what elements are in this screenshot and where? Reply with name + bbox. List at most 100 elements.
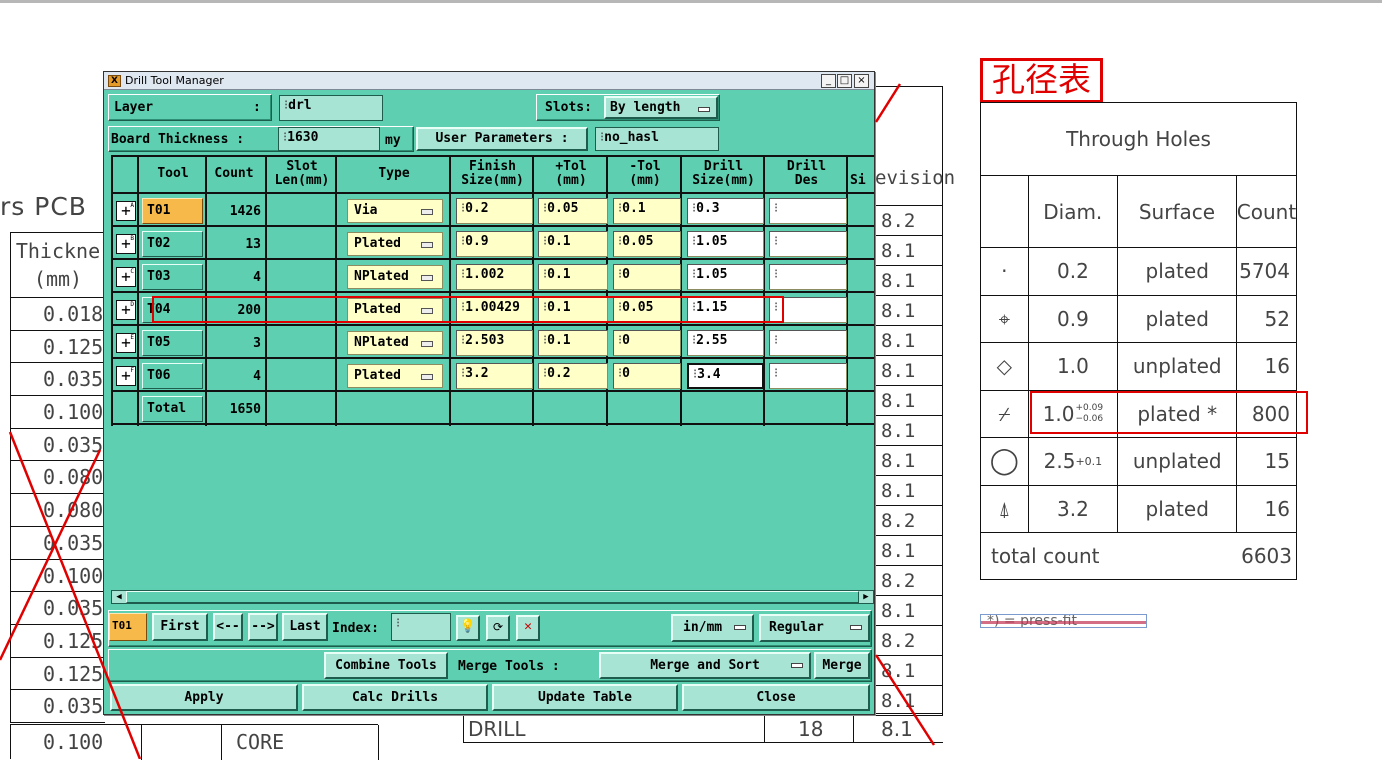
highlight-box-t04 bbox=[152, 296, 784, 323]
tool-button-t01[interactable]: T01 bbox=[142, 198, 203, 224]
refresh-icon[interactable]: ⟳ bbox=[486, 615, 510, 641]
user-parameters-button[interactable]: User Parameters : bbox=[416, 127, 588, 151]
header-diam: Diam. bbox=[1029, 176, 1118, 247]
type-dropdown[interactable]: Via bbox=[347, 199, 443, 223]
lightbulb-icon[interactable]: 💡 bbox=[456, 615, 480, 641]
finish-size-input[interactable]: ⁝1.002 bbox=[456, 264, 533, 290]
merge-mode-dropdown[interactable]: Merge and Sort bbox=[599, 652, 811, 679]
header-finish-size: Finish Size(mm) bbox=[461, 159, 524, 188]
drill-count: 18 bbox=[798, 717, 824, 741]
minus-tol-input[interactable]: ⁝0.1 bbox=[613, 198, 681, 224]
plus-tol-input[interactable]: ⁝0.1 bbox=[538, 330, 608, 356]
finish-size-input[interactable]: ⁝3.2 bbox=[456, 363, 533, 389]
plus-tol-input[interactable]: ⁝0.1 bbox=[538, 264, 608, 290]
window-title: Drill Tool Manager bbox=[125, 74, 224, 87]
delete-icon[interactable]: ✕ bbox=[516, 615, 540, 641]
app-icon: X bbox=[108, 75, 121, 87]
minus-tol-input[interactable]: ⁝0.05 bbox=[613, 231, 681, 257]
slots-dropdown[interactable]: By length bbox=[604, 96, 718, 119]
tool-count: 13 bbox=[245, 237, 261, 252]
first-button[interactable]: First bbox=[152, 613, 208, 641]
minus-tol-input[interactable]: ⁝0 bbox=[613, 264, 681, 290]
close-window-button[interactable]: × bbox=[854, 74, 869, 88]
drill-size-input[interactable]: ⁝1.05 bbox=[687, 264, 764, 290]
scroll-thumb[interactable] bbox=[126, 591, 859, 603]
units-dropdown[interactable]: in/mm bbox=[671, 614, 754, 642]
hole-symbol: ⌖ bbox=[981, 295, 1029, 342]
finish-size-input[interactable]: ⁝2.503 bbox=[456, 330, 533, 356]
through-holes-caption: Through Holes bbox=[981, 103, 1296, 176]
drill-size-input-focused[interactable]: ⁝3.4 bbox=[687, 363, 764, 389]
revision-cell: 8.1 bbox=[875, 596, 942, 626]
mode-dropdown[interactable]: Regular bbox=[759, 614, 870, 642]
expand-icon[interactable]: + A bbox=[116, 201, 136, 221]
scroll-left-icon[interactable]: ◀ bbox=[112, 591, 126, 603]
revision-cell: 8.2 bbox=[875, 506, 942, 536]
thickness-row: 0.035 bbox=[11, 363, 105, 397]
next-button[interactable]: --> bbox=[248, 613, 278, 641]
tool-button-t03[interactable]: T03 bbox=[142, 264, 203, 290]
hole-symbol: · bbox=[981, 248, 1029, 295]
drill-des-input[interactable]: ⁝ bbox=[769, 363, 847, 389]
last-button[interactable]: Last bbox=[282, 613, 328, 641]
total-button[interactable]: Total bbox=[142, 396, 203, 422]
apply-button[interactable]: Apply bbox=[110, 684, 298, 711]
scroll-right-icon[interactable]: ▶ bbox=[859, 591, 873, 603]
thickness-row: 0.035 bbox=[11, 527, 105, 560]
calc-drills-button[interactable]: Calc Drills bbox=[302, 684, 488, 711]
user-parameters-input[interactable]: ⁝no_hasl bbox=[595, 127, 719, 151]
tool-button-t02[interactable]: T02 bbox=[142, 231, 203, 257]
update-table-button[interactable]: Update Table bbox=[492, 684, 678, 711]
hole-row: ◇ 1.0 unplated 16 bbox=[981, 343, 1296, 391]
combine-tools-button[interactable]: Combine Tools bbox=[324, 652, 448, 679]
layer-input[interactable]: ⁝drl bbox=[279, 95, 383, 121]
plus-tol-input[interactable]: ⁝0.05 bbox=[538, 198, 608, 224]
drill-size-input[interactable]: ⁝0.3 bbox=[687, 198, 764, 224]
thickness-row: 0.100 bbox=[11, 560, 105, 593]
revision-cell: 8.1 bbox=[875, 326, 942, 356]
type-dropdown[interactable]: Plated bbox=[347, 232, 443, 256]
minus-tol-input[interactable]: ⁝0 bbox=[613, 330, 681, 356]
revision-column: evision 8.2 8.1 8.1 8.1 8.1 8.1 8.1 8.1 … bbox=[875, 86, 955, 716]
hole-symbol: ⌿ bbox=[981, 390, 1029, 437]
type-dropdown[interactable]: Plated bbox=[347, 364, 443, 388]
header-plus-tol: +Tol (mm) bbox=[555, 159, 587, 188]
drill-des-input[interactable]: ⁝ bbox=[769, 330, 847, 356]
revision-cell: 8.1 bbox=[875, 266, 942, 296]
index-input[interactable]: ⁝ bbox=[391, 613, 451, 641]
merge-button[interactable]: Merge bbox=[814, 652, 870, 679]
drill-size-input[interactable]: ⁝2.55 bbox=[687, 330, 764, 356]
expand-icon[interactable]: + F bbox=[116, 366, 136, 386]
drill-des-input[interactable]: ⁝ bbox=[769, 198, 847, 224]
finish-size-input[interactable]: ⁝0.9 bbox=[456, 231, 533, 257]
title-bar[interactable]: X Drill Tool Manager _ □ × bbox=[104, 72, 874, 90]
finish-size-input[interactable]: ⁝0.2 bbox=[456, 198, 533, 224]
drill-des-input[interactable]: ⁝ bbox=[769, 231, 847, 257]
expand-icon[interactable]: + C bbox=[116, 267, 136, 287]
prev-button[interactable]: <-- bbox=[213, 613, 243, 641]
tool-button-t06[interactable]: T06 bbox=[142, 363, 203, 389]
expand-icon[interactable]: + D bbox=[116, 300, 136, 320]
expand-icon[interactable]: + E bbox=[116, 333, 136, 353]
minimize-button[interactable]: _ bbox=[821, 74, 836, 88]
drill-size-input[interactable]: ⁝1.05 bbox=[687, 231, 764, 257]
drill-des-input[interactable]: ⁝ bbox=[769, 264, 847, 290]
maximize-button[interactable]: □ bbox=[837, 74, 852, 88]
board-thickness-input[interactable]: ⁝1630 bbox=[278, 127, 380, 151]
layer-label: Layer bbox=[114, 100, 154, 115]
revision-cell: 8.1 bbox=[875, 446, 942, 476]
minus-tol-input[interactable]: ⁝0 bbox=[613, 363, 681, 389]
pressfit-note[interactable]: *) = press-fit bbox=[980, 614, 1147, 628]
hole-symbol: ◯ bbox=[981, 438, 1029, 485]
type-dropdown[interactable]: NPlated bbox=[347, 265, 443, 289]
tool-button-t05[interactable]: T05 bbox=[142, 330, 203, 356]
top-border bbox=[0, 0, 1382, 3]
expand-icon[interactable]: + B bbox=[116, 234, 136, 254]
type-dropdown[interactable]: NPlated bbox=[347, 331, 443, 355]
plus-tol-input[interactable]: ⁝0.2 bbox=[538, 363, 608, 389]
close-button[interactable]: Close bbox=[682, 684, 870, 711]
hole-symbol: ◇ bbox=[981, 343, 1029, 390]
horizontal-scrollbar[interactable]: ◀ ▶ bbox=[111, 590, 874, 604]
thickness-header: Thickne (mm) bbox=[11, 232, 105, 298]
plus-tol-input[interactable]: ⁝0.1 bbox=[538, 231, 608, 257]
